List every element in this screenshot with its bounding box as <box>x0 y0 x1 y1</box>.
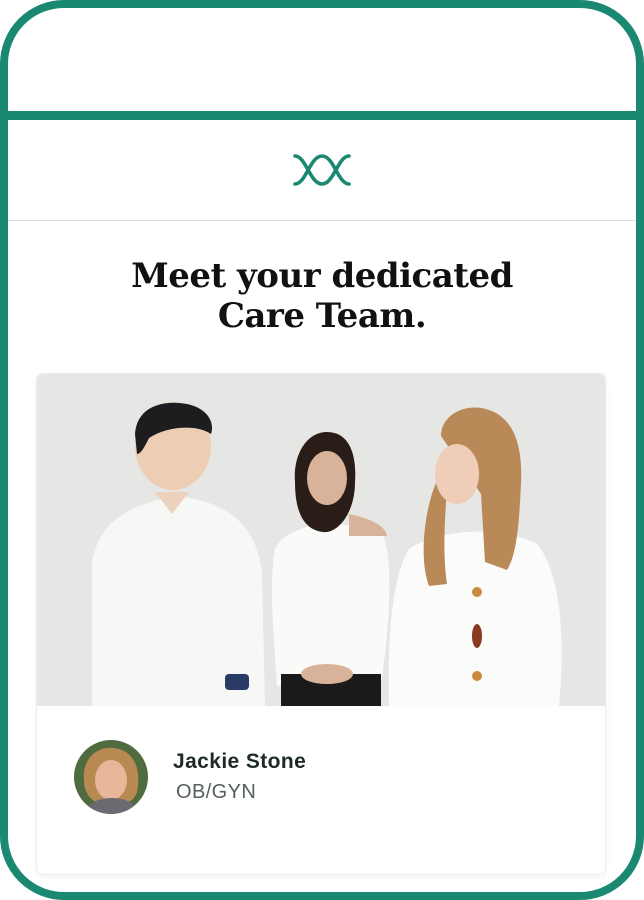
avatar-photo <box>74 740 148 814</box>
page-headline: Meet your dedicated Care Team. <box>8 256 636 336</box>
status-bar-divider <box>0 111 644 120</box>
care-team-card[interactable]: Jackie Stone OB/GYN <box>37 374 605 874</box>
care-team-member-row[interactable]: Jackie Stone OB/GYN <box>37 706 605 840</box>
team-photo <box>37 374 605 706</box>
headline-line-1: Meet your dedicated <box>131 256 513 296</box>
care-team-member-name: Jackie Stone <box>173 750 307 773</box>
team-photo-image <box>37 374 605 706</box>
double-helix-logo-icon[interactable] <box>292 152 352 188</box>
headline-line-2: Care Team. <box>217 296 427 336</box>
avatar <box>74 740 148 814</box>
app-header <box>8 120 636 221</box>
care-team-member-role: OB/GYN <box>176 781 257 803</box>
